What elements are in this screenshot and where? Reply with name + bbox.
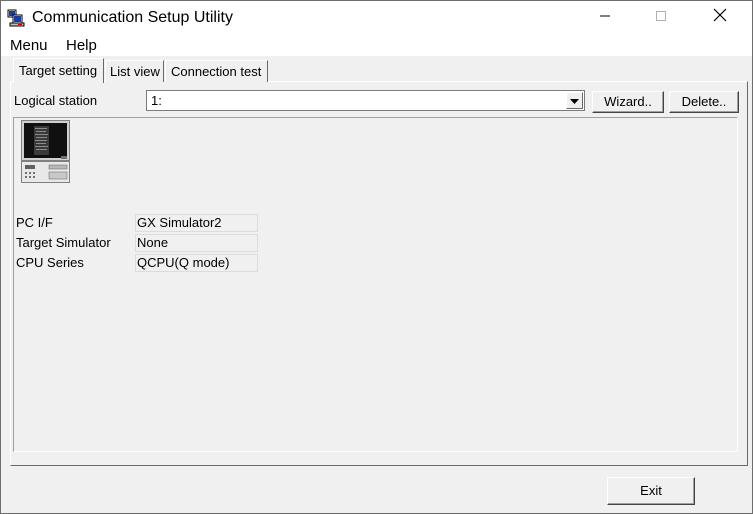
app-window: Communication Setup Utility Menu Help Ta… xyxy=(0,0,753,514)
delete-button[interactable]: Delete.. xyxy=(669,91,739,113)
cpu-series-label: CPU Series xyxy=(16,255,84,270)
close-button[interactable] xyxy=(697,1,743,34)
tab-connection-test-label: Connection test xyxy=(171,64,262,79)
pc-if-value: GX Simulator2 xyxy=(135,214,258,232)
tab-target-setting[interactable]: Target setting xyxy=(13,58,104,83)
maximize-icon xyxy=(655,9,667,27)
logical-station-label: Logical station xyxy=(14,93,98,108)
menu-help[interactable]: Help xyxy=(66,36,97,56)
logical-station-select[interactable]: 1: xyxy=(146,90,585,111)
minimize-icon xyxy=(599,9,611,27)
tab-list-view[interactable]: List view xyxy=(105,60,164,82)
target-simulator-value: None xyxy=(135,234,258,252)
menu-bar: Menu Help xyxy=(1,34,752,56)
menu-menu[interactable]: Menu xyxy=(10,36,48,56)
target-simulator-label: Target Simulator xyxy=(16,235,111,250)
minimize-button[interactable] xyxy=(582,1,628,34)
wizard-button[interactable]: Wizard.. xyxy=(592,91,664,113)
tab-list-view-label: List view xyxy=(110,64,160,79)
maximize-button[interactable] xyxy=(638,1,684,34)
plc-computer-icon xyxy=(21,120,71,184)
cpu-series-value: QCPU(Q mode) xyxy=(135,254,258,272)
dropdown-arrow-button[interactable] xyxy=(566,92,583,109)
tab-target-setting-label: Target setting xyxy=(19,63,98,78)
title-bar: Communication Setup Utility xyxy=(1,1,752,34)
target-settings-panel xyxy=(13,117,738,452)
exit-button[interactable]: Exit xyxy=(607,477,695,505)
chevron-down-icon xyxy=(570,92,579,110)
close-icon xyxy=(713,8,727,27)
logical-station-value: 1: xyxy=(151,93,162,108)
window-title: Communication Setup Utility xyxy=(32,9,233,26)
app-icon xyxy=(7,8,27,28)
tab-connection-test[interactable]: Connection test xyxy=(165,60,268,82)
pc-if-label: PC I/F xyxy=(16,215,53,230)
